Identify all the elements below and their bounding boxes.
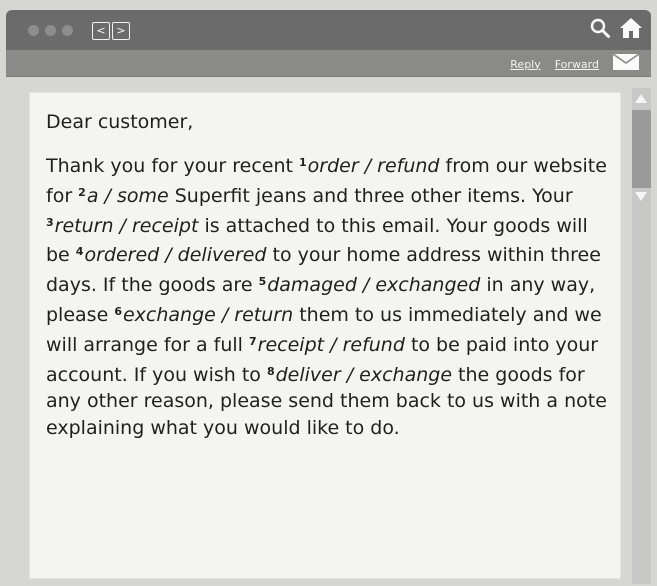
gap-number: 8 <box>266 364 275 378</box>
answer-options: receipt / refund <box>257 333 405 356</box>
title-bar-icons <box>589 16 643 40</box>
forward-button[interactable]: Forward <box>555 58 599 71</box>
vertical-scrollbar[interactable] <box>632 88 651 584</box>
envelope-icon[interactable] <box>612 53 640 74</box>
answer-options: exchange / return <box>122 303 294 326</box>
answer-options: ordered / delivered <box>84 244 267 267</box>
gap-number: 4 <box>75 245 84 259</box>
email-window: < > Reply Forward Dear customer, Thank y… <box>0 0 657 586</box>
back-button[interactable]: < <box>92 22 110 40</box>
reply-button[interactable]: Reply <box>510 58 540 71</box>
toolbar-actions: Reply Forward <box>510 53 640 74</box>
navigation-arrows: < > <box>92 22 130 40</box>
message-text: Thank you for your recent <box>46 155 300 177</box>
close-window-button[interactable] <box>28 25 39 36</box>
title-bar: < > <box>6 10 651 50</box>
message-text: Superfit jeans and three other items. Yo… <box>168 184 573 207</box>
answer-options: return / receipt <box>54 214 199 237</box>
answer-options: damaged / exchanged <box>267 274 481 297</box>
scroll-down-arrow-icon[interactable] <box>635 192 647 201</box>
gap-number: 1 <box>299 156 307 169</box>
gap-number: 3 <box>46 215 54 229</box>
gap-number: 7 <box>249 334 257 348</box>
gap-number: 2 <box>78 185 86 199</box>
answer-options: deliver / exchange <box>275 363 453 386</box>
gap-number: 5 <box>258 275 267 289</box>
scroll-up-arrow-icon[interactable] <box>635 94 647 103</box>
email-message: Thank you for your recent 1order / refun… <box>46 150 610 442</box>
forward-nav-button[interactable]: > <box>112 22 130 40</box>
minimize-window-button[interactable] <box>45 25 56 36</box>
answer-options: a / some <box>86 184 169 207</box>
email-toolbar: Reply Forward <box>6 50 651 77</box>
window-controls <box>28 25 73 36</box>
answer-options: order / refund <box>307 155 440 177</box>
home-icon[interactable] <box>619 16 643 40</box>
scroll-thumb[interactable] <box>632 110 651 188</box>
search-icon[interactable] <box>589 17 611 39</box>
email-greeting: Dear customer, <box>46 111 194 133</box>
gap-number: 6 <box>114 304 122 318</box>
maximize-window-button[interactable] <box>62 25 73 36</box>
email-body: Dear customer, Thank you for your recent… <box>29 92 621 579</box>
